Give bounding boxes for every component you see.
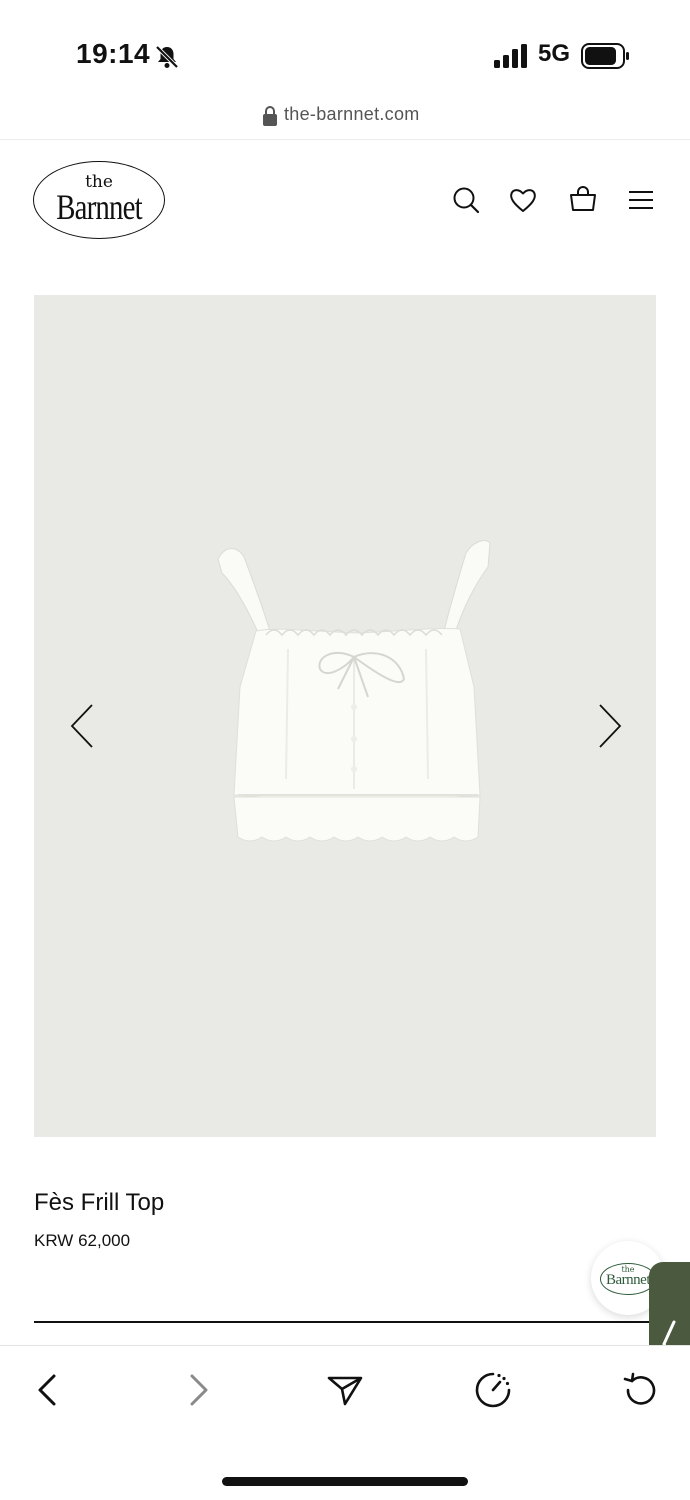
speed-icon[interactable]: [473, 1370, 513, 1410]
status-bar: 19:14 5G: [0, 0, 690, 100]
forward-icon[interactable]: [178, 1370, 218, 1410]
brand-logo[interactable]: the Barnnet: [33, 161, 165, 239]
menu-icon[interactable]: [626, 185, 656, 215]
frill-top-image: [217, 540, 491, 842]
shopping-bag-icon[interactable]: [568, 185, 598, 215]
reload-icon[interactable]: [620, 1370, 660, 1410]
address-bar[interactable]: the-barnnet.com: [0, 100, 690, 140]
product-image[interactable]: [34, 295, 656, 1137]
heart-icon[interactable]: [508, 185, 538, 215]
network-type: 5G: [538, 40, 571, 67]
logo-main-text: Barnnet: [56, 187, 142, 227]
bell-slash-icon: [155, 45, 179, 69]
search-icon[interactable]: [451, 185, 481, 215]
signal-icon: [494, 44, 527, 68]
next-image-arrow-icon[interactable]: [594, 702, 624, 750]
chat-logo-main-text: Barnnet: [606, 1272, 650, 1288]
battery-icon: [581, 43, 629, 69]
status-time: 19:14: [76, 38, 151, 69]
back-icon[interactable]: [28, 1370, 68, 1410]
chat-logo: the Barnnet: [600, 1263, 656, 1295]
site-header: the Barnnet: [0, 141, 690, 261]
previous-image-arrow-icon[interactable]: [68, 702, 98, 750]
product-price: KRW 62,000: [34, 1231, 131, 1250]
lock-icon: [263, 106, 277, 126]
product-name: Fès Frill Top: [34, 1189, 165, 1216]
home-indicator[interactable]: [222, 1477, 468, 1486]
section-divider: [34, 1321, 656, 1323]
share-icon[interactable]: [325, 1370, 365, 1410]
url-text: the-barnnet.com: [284, 104, 420, 124]
